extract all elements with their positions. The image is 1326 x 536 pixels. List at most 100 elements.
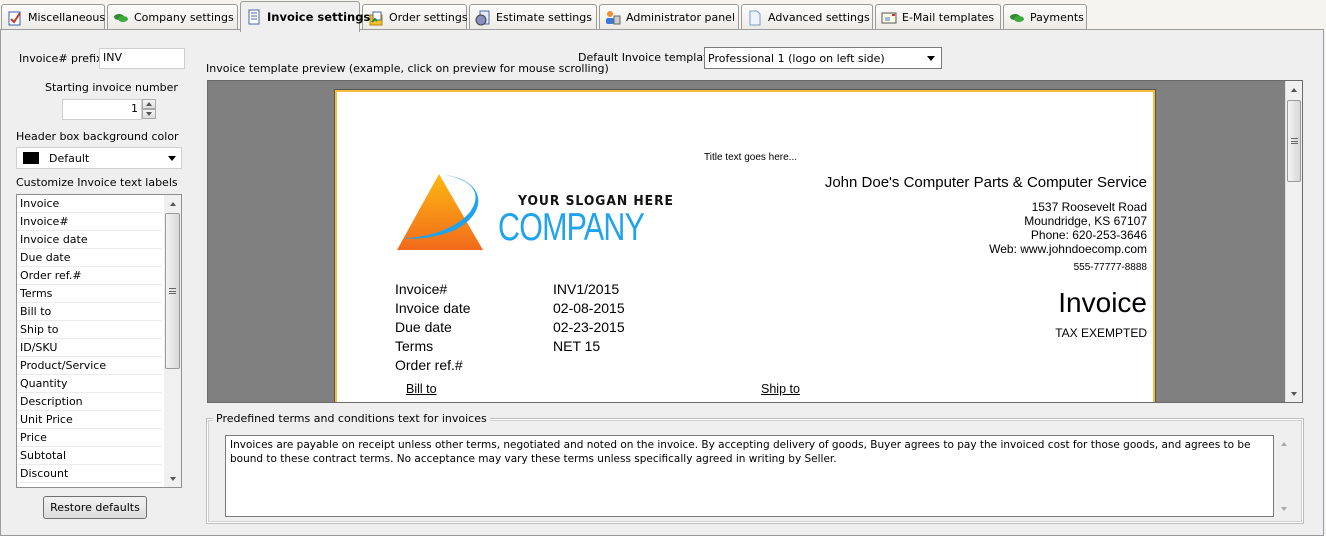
field-value: NET 15 bbox=[553, 338, 601, 354]
field-label: Due date bbox=[395, 319, 452, 335]
spin-down-button[interactable] bbox=[142, 109, 156, 119]
text-labels-title: Customize Invoice text labels bbox=[16, 176, 178, 189]
text-label-item[interactable]: Ship to bbox=[17, 321, 162, 339]
tab-order-settings[interactable]: Order settings bbox=[362, 4, 468, 30]
scroll-down-arrow[interactable] bbox=[164, 470, 181, 487]
field-label: Invoice date bbox=[395, 300, 471, 316]
template-select[interactable]: Professional 1 (logo on left side) bbox=[704, 47, 942, 69]
template-value: Professional 1 (logo on left side) bbox=[708, 51, 885, 65]
field-value: 02-08-2015 bbox=[553, 300, 625, 316]
tab-label: Administrator panel bbox=[626, 11, 736, 24]
preview-scrollbar[interactable] bbox=[1285, 81, 1302, 402]
money-icon bbox=[1009, 10, 1025, 26]
starting-number-input[interactable]: 1 bbox=[62, 99, 142, 120]
invoice-field-row: Terms NET 15 bbox=[395, 337, 695, 356]
order-box-icon bbox=[368, 10, 384, 26]
invoice-fields: Invoice# INV1/2015 Invoice date 02-08-2015 D… bbox=[395, 280, 695, 375]
text-label-item[interactable]: ID/SKU bbox=[17, 339, 162, 357]
field-label: Order ref.# bbox=[395, 357, 463, 373]
tab-label: E-Mail templates bbox=[902, 11, 995, 24]
scroll-up-arrow[interactable] bbox=[1275, 435, 1292, 452]
money-icon bbox=[113, 10, 129, 26]
text-label-item[interactable]: Product/Service bbox=[17, 357, 162, 375]
list-scrollbar[interactable] bbox=[164, 195, 181, 487]
invoice-preview[interactable]: Title text goes here... YOUR SLOGAN HERE… bbox=[207, 80, 1303, 403]
color-swatch bbox=[23, 152, 39, 164]
tab-label: Order settings bbox=[389, 11, 468, 24]
company-extra-phone: 555-77777-8888 bbox=[1073, 262, 1147, 273]
text-label-item[interactable]: Due date bbox=[17, 249, 162, 267]
checklist-icon bbox=[7, 10, 23, 26]
company-name: John Doe's Computer Parts & Computer Ser… bbox=[824, 174, 1147, 191]
scroll-down-arrow[interactable] bbox=[1286, 385, 1302, 402]
text-label-item[interactable]: Invoice bbox=[17, 195, 162, 213]
text-label-item[interactable]: Description bbox=[17, 393, 162, 411]
tab-label: Miscellaneous bbox=[28, 11, 106, 24]
email-template-icon bbox=[881, 10, 897, 26]
invoice-settings-panel: Invoice# prefix INV Starting invoice num… bbox=[0, 29, 1324, 536]
starting-number-label: Starting invoice number bbox=[45, 81, 178, 94]
scroll-down-arrow[interactable] bbox=[1275, 500, 1292, 517]
prefix-label: Invoice# prefix bbox=[19, 52, 103, 65]
field-value: INV1/2015 bbox=[553, 281, 620, 297]
preview-caption: Invoice template preview (example, click… bbox=[206, 62, 609, 75]
text-label-item[interactable]: Order ref.# bbox=[17, 267, 162, 285]
invoice-field-row: Invoice# INV1/2015 bbox=[395, 280, 695, 299]
terms-scrollbar[interactable] bbox=[1275, 435, 1292, 517]
terms-textarea[interactable]: Invoices are payable on receipt unless o… bbox=[225, 435, 1274, 517]
scroll-thumb[interactable] bbox=[1287, 100, 1301, 182]
address-line: Web: www.johndoecomp.com bbox=[989, 242, 1147, 256]
spin-up-button[interactable] bbox=[142, 99, 156, 109]
text-labels-list[interactable]: Invoice Invoice# Invoice date Due date Order… bbox=[16, 194, 182, 488]
terms-group-title: Predefined terms and conditions text for… bbox=[213, 412, 490, 425]
text-label-item[interactable]: Bill to bbox=[17, 303, 162, 321]
text-label-item[interactable]: Invoice date bbox=[17, 231, 162, 249]
company-address: 1537 Roosevelt Road Moundridge, KS 67107 P… bbox=[989, 200, 1147, 256]
tab-administrator-panel[interactable]: Administrator panel bbox=[599, 4, 739, 30]
chevron-down-icon bbox=[168, 156, 176, 161]
text-label-item[interactable]: Terms bbox=[17, 285, 162, 303]
terms-group: Predefined terms and conditions text for… bbox=[206, 412, 1304, 524]
text-label-item[interactable]: Subtotal bbox=[17, 447, 162, 465]
header-color-label: Header box background color bbox=[16, 130, 179, 143]
address-line: Phone: 620-253-3646 bbox=[1030, 228, 1147, 242]
tab-label: Estimate settings bbox=[496, 11, 592, 24]
tab-company-settings[interactable]: Company settings bbox=[107, 4, 238, 30]
text-label-item[interactable]: Price bbox=[17, 429, 162, 447]
tab-payments[interactable]: Payments bbox=[1003, 4, 1087, 30]
ship-to-heading: Ship to bbox=[761, 382, 800, 396]
bill-to-heading: Bill to bbox=[406, 382, 437, 396]
text-label-item[interactable]: Discount bbox=[17, 465, 162, 483]
invoice-title-text: Title text goes here... bbox=[704, 152, 798, 163]
template-label: Default Invoice template bbox=[578, 51, 715, 64]
header-color-value: Default bbox=[49, 151, 90, 165]
scroll-thumb[interactable] bbox=[165, 213, 180, 369]
starting-number-stepper[interactable] bbox=[142, 99, 156, 119]
invoice-document-icon bbox=[246, 9, 262, 25]
tab-bar: Miscellaneous Company settings Invoice s… bbox=[0, 1, 1326, 32]
estimate-icon bbox=[475, 10, 491, 26]
address-line: Moundridge, KS 67107 bbox=[1024, 214, 1147, 228]
tab-email-templates[interactable]: E-Mail templates bbox=[875, 4, 1001, 30]
scroll-up-arrow[interactable] bbox=[1286, 81, 1302, 98]
invoice-field-row: Due date 02-23-2015 bbox=[395, 318, 695, 337]
admin-users-icon bbox=[605, 10, 621, 26]
text-label-item[interactable]: Quantity bbox=[17, 375, 162, 393]
tab-label: Company settings bbox=[134, 11, 234, 24]
text-label-item[interactable]: Invoice# bbox=[17, 213, 162, 231]
scroll-up-arrow[interactable] bbox=[164, 195, 181, 212]
tab-advanced-settings[interactable]: Advanced settings bbox=[741, 4, 873, 30]
field-label: Invoice# bbox=[395, 281, 448, 297]
header-color-select[interactable]: Default bbox=[16, 147, 182, 169]
blank-page-icon bbox=[747, 10, 763, 26]
tab-miscellaneous[interactable]: Miscellaneous bbox=[1, 4, 105, 30]
text-label-item[interactable]: Unit Price bbox=[17, 411, 162, 429]
tab-invoice-settings[interactable]: Invoice settings bbox=[240, 1, 370, 32]
restore-defaults-button[interactable]: Restore defaults bbox=[43, 496, 147, 519]
invoice-field-row: Order ref.# bbox=[395, 356, 695, 375]
tab-label: Invoice settings bbox=[267, 10, 371, 24]
field-label: Terms bbox=[395, 338, 434, 354]
tab-estimate-settings[interactable]: Estimate settings bbox=[469, 4, 597, 30]
invoice-prefix-input[interactable]: INV bbox=[99, 48, 185, 69]
tab-label: Payments bbox=[1030, 11, 1084, 24]
